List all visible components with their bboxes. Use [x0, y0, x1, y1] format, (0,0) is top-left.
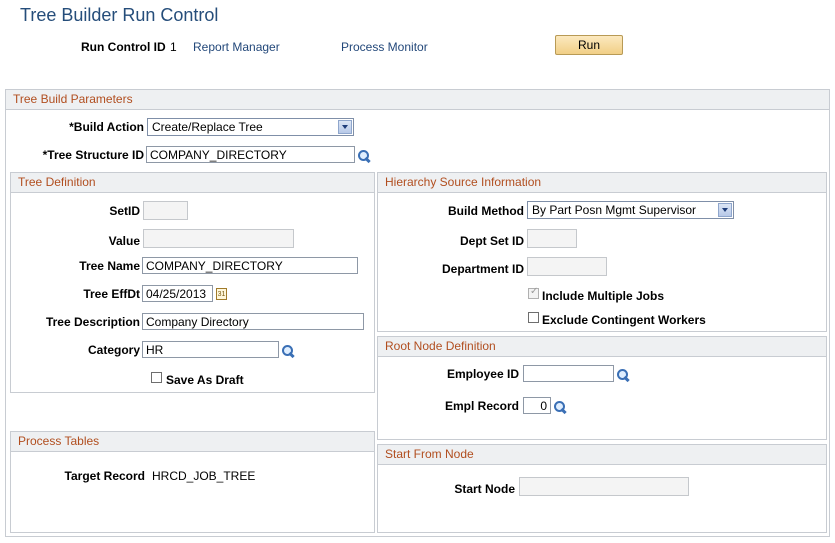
run-control-value: 1: [170, 40, 177, 54]
page-title: Tree Builder Run Control: [20, 5, 219, 25]
search-icon[interactable]: [616, 368, 630, 383]
target-record-value: HRCD_JOB_TREE: [152, 469, 256, 483]
tree-name-label: Tree Name: [79, 259, 140, 273]
root-node-heading: Root Node Definition: [378, 337, 826, 357]
tree-build-parameters-heading: Tree Build Parameters: [6, 90, 829, 110]
root-node-panel: Root Node Definition: [377, 336, 827, 440]
dept-setid-label: Dept Set ID: [459, 234, 524, 248]
chevron-down-icon: [718, 203, 732, 217]
build-action-select[interactable]: Create/Replace Tree: [147, 118, 354, 136]
process-tables-heading: Process Tables: [11, 432, 374, 452]
run-control-label: Run Control ID: [81, 40, 166, 54]
value-field: [143, 229, 294, 248]
process-monitor-link[interactable]: Process Monitor: [341, 40, 428, 54]
hierarchy-source-heading: Hierarchy Source Information: [378, 173, 826, 193]
exclude-contingent-checkbox[interactable]: [528, 312, 539, 323]
exclude-contingent-label: Exclude Contingent Workers: [542, 313, 706, 327]
search-icon[interactable]: [357, 149, 371, 164]
tree-description-input[interactable]: Company Directory: [142, 313, 364, 330]
start-node-label: Start Node: [454, 482, 515, 496]
build-method-select[interactable]: By Part Posn Mgmt Supervisor: [527, 201, 734, 219]
report-manager-link[interactable]: Report Manager: [193, 40, 280, 54]
include-multiple-jobs-label: Include Multiple Jobs: [542, 289, 665, 303]
employee-id-input[interactable]: [523, 365, 614, 382]
build-method-value: By Part Posn Mgmt Supervisor: [532, 203, 697, 217]
calendar-icon[interactable]: 31: [216, 288, 227, 300]
setid-field: [143, 201, 188, 220]
tree-definition-heading: Tree Definition: [11, 173, 374, 193]
value-label: Value: [108, 234, 140, 248]
save-as-draft-checkbox[interactable]: [151, 372, 162, 383]
tree-name-input[interactable]: COMPANY_DIRECTORY: [142, 257, 358, 274]
empl-record-input[interactable]: 0: [523, 397, 551, 414]
start-from-node-heading: Start From Node: [378, 445, 826, 465]
category-label: Category: [87, 343, 140, 357]
target-record-label: Target Record: [64, 469, 145, 483]
chevron-down-icon: [338, 120, 352, 134]
tree-structure-label: *Tree Structure ID: [42, 148, 144, 162]
tree-structure-input[interactable]: COMPANY_DIRECTORY: [146, 146, 355, 163]
build-action-value: Create/Replace Tree: [152, 120, 263, 134]
employee-id-label: Employee ID: [446, 367, 519, 381]
setid-label: SetID: [109, 204, 140, 218]
tree-description-label: Tree Description: [45, 315, 140, 329]
department-field: [527, 257, 607, 276]
empl-record-label: Empl Record: [444, 399, 519, 413]
build-action-label: *Build Action: [69, 120, 144, 134]
department-label: Department ID: [441, 262, 524, 276]
include-multiple-jobs-checkbox: [528, 286, 539, 299]
tree-effdt-label: Tree EffDt: [83, 287, 140, 301]
build-method-label: Build Method: [448, 204, 524, 218]
category-input[interactable]: HR: [142, 341, 279, 358]
run-button[interactable]: Run: [555, 35, 623, 55]
tree-effdt-input[interactable]: 04/25/2013: [142, 285, 213, 302]
hierarchy-source-panel: Hierarchy Source Information: [377, 172, 827, 332]
search-icon[interactable]: [553, 400, 567, 415]
dept-setid-field: [527, 229, 577, 248]
start-node-field: [519, 477, 689, 496]
save-as-draft-label: Save As Draft: [166, 373, 244, 387]
search-icon[interactable]: [281, 344, 295, 359]
